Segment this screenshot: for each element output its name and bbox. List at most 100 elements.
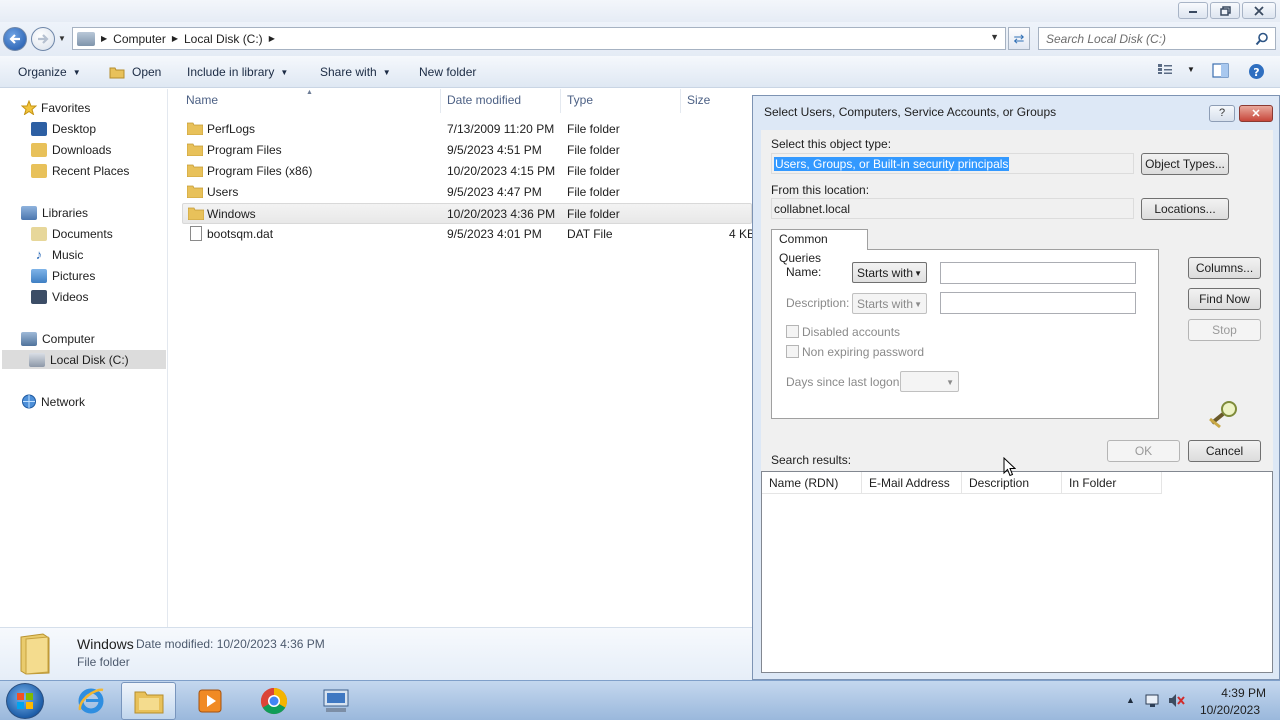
description-mode-select[interactable]: Starts with ▼ xyxy=(852,293,927,314)
breadcrumb-local-disk[interactable]: Local Disk (C:) xyxy=(184,32,263,46)
music-icon: ♪ xyxy=(31,247,47,262)
column-divider[interactable] xyxy=(560,89,561,113)
file-row-windows[interactable]: Windows 10/20/2023 4:36 PM File folder xyxy=(182,203,752,224)
details-date-modified: Date modified: 10/20/2023 4:36 PM xyxy=(136,637,325,651)
share-with-label: Share with xyxy=(320,65,377,79)
tab-common-queries[interactable]: Common Queries xyxy=(771,229,868,265)
start-button[interactable] xyxy=(6,683,44,719)
new-folder-button[interactable]: New folder xyxy=(419,65,476,79)
column-email-address[interactable]: E-Mail Address xyxy=(862,472,962,494)
clock-date[interactable]: 10/20/2023 xyxy=(1200,703,1260,717)
clock-time[interactable]: 4:39 PM xyxy=(1221,686,1266,700)
file-row-program-files-x86[interactable]: Program Files (x86) 10/20/2023 4:15 PM F… xyxy=(182,161,752,182)
locations-button[interactable]: Locations... xyxy=(1141,198,1229,220)
location-field[interactable]: collabnet.local xyxy=(771,198,1134,219)
nav-music[interactable]: ♪ Music xyxy=(31,245,83,264)
details-name: Windows xyxy=(77,636,134,652)
stop-button[interactable]: Stop xyxy=(1188,319,1261,341)
include-in-library-label: Include in library xyxy=(187,65,275,79)
nav-computer[interactable]: Computer xyxy=(21,329,95,348)
column-divider[interactable] xyxy=(680,89,681,113)
dialog-close-button[interactable]: ✕ xyxy=(1239,105,1273,122)
disabled-accounts-checkbox[interactable] xyxy=(786,325,799,338)
columns-button[interactable]: Columns... xyxy=(1188,257,1261,279)
column-divider[interactable] xyxy=(440,89,441,113)
nav-libraries[interactable]: Libraries xyxy=(21,203,88,222)
close-button[interactable] xyxy=(1242,2,1276,19)
preview-pane-button[interactable] xyxy=(1212,63,1229,78)
open-button[interactable]: Open xyxy=(109,65,161,79)
taskbar-server-app[interactable] xyxy=(308,682,363,720)
breadcrumb-computer[interactable]: Computer xyxy=(113,32,166,46)
find-now-button[interactable]: Find Now xyxy=(1188,288,1261,310)
name-input[interactable] xyxy=(940,262,1136,284)
nav-pictures[interactable]: Pictures xyxy=(31,266,95,285)
taskbar-chrome[interactable] xyxy=(246,682,301,720)
nav-documents[interactable]: Documents xyxy=(31,224,113,243)
chevron-down-icon: ▼ xyxy=(72,67,81,77)
change-view-button[interactable]: ▼ xyxy=(1157,63,1195,75)
nav-downloads[interactable]: Downloads xyxy=(31,140,111,159)
show-hidden-icons-icon[interactable]: ▲ xyxy=(1126,695,1135,705)
chevron-down-icon: ▼ xyxy=(914,269,922,278)
address-dropdown-icon[interactable]: ▼ xyxy=(990,32,999,42)
taskbar-internet-explorer[interactable] xyxy=(63,682,118,720)
description-input[interactable] xyxy=(940,292,1136,314)
chevron-down-icon[interactable]: ▼ xyxy=(1187,65,1195,74)
file-name: Windows xyxy=(207,207,256,221)
search-icon[interactable] xyxy=(1255,32,1269,46)
search-results-list[interactable]: Name (RDN) E-Mail Address Description In… xyxy=(761,471,1273,673)
breadcrumb-separator-icon[interactable]: ▶ xyxy=(172,34,178,43)
nav-favorites[interactable]: Favorites xyxy=(21,98,90,117)
minimize-button[interactable] xyxy=(1178,2,1208,19)
cancel-button[interactable]: Cancel xyxy=(1188,440,1261,462)
column-in-folder[interactable]: In Folder xyxy=(1062,472,1162,494)
taskbar-windows-explorer[interactable] xyxy=(121,682,176,720)
back-button[interactable] xyxy=(3,27,27,51)
name-mode-select[interactable]: Starts with ▼ xyxy=(852,262,927,283)
breadcrumb-separator-icon[interactable]: ▶ xyxy=(269,34,275,43)
days-since-logon-select[interactable]: ▼ xyxy=(900,371,959,392)
help-button[interactable]: ? xyxy=(1248,63,1265,80)
dialog-title: Select Users, Computers, Service Account… xyxy=(764,105,1057,119)
nav-pictures-label: Pictures xyxy=(52,268,96,283)
column-date-modified[interactable]: Date modified xyxy=(447,93,521,107)
object-type-field[interactable]: Users, Groups, or Built-in security prin… xyxy=(771,153,1134,174)
file-type: File folder xyxy=(567,122,620,136)
action-center-icon[interactable] xyxy=(1145,693,1161,708)
share-with-menu[interactable]: Share with ▼ xyxy=(320,65,391,79)
ok-button[interactable]: OK xyxy=(1107,440,1180,462)
column-name[interactable]: Name xyxy=(186,93,218,107)
nav-network[interactable]: Network xyxy=(21,392,85,411)
nav-local-disk[interactable]: Local Disk (C:) xyxy=(2,350,166,369)
object-types-button[interactable]: Object Types... xyxy=(1141,153,1229,175)
taskbar-media-player[interactable] xyxy=(182,682,237,720)
refresh-button[interactable]: ⇄ xyxy=(1008,27,1030,50)
nav-desktop[interactable]: Desktop xyxy=(31,119,96,138)
volume-muted-icon[interactable] xyxy=(1168,693,1185,708)
folder-icon xyxy=(188,207,204,220)
file-row-users[interactable]: Users 9/5/2023 4:47 PM File folder xyxy=(182,182,752,203)
search-box[interactable] xyxy=(1038,27,1276,50)
nav-videos[interactable]: Videos xyxy=(31,287,88,306)
select-users-dialog: Select Users, Computers, Service Account… xyxy=(752,95,1280,680)
restore-button[interactable] xyxy=(1210,2,1240,19)
column-size[interactable]: Size xyxy=(687,93,710,107)
address-bar[interactable]: ▶ Computer ▶ Local Disk (C:) ▶ ▼ xyxy=(72,27,1006,50)
file-type: DAT File xyxy=(567,227,613,241)
include-in-library-menu[interactable]: Include in library ▼ xyxy=(187,65,288,79)
column-name-rdn[interactable]: Name (RDN) xyxy=(762,472,862,494)
search-input[interactable] xyxy=(1039,28,1249,49)
nav-recent-places[interactable]: Recent Places xyxy=(31,161,129,180)
non-expiring-password-checkbox[interactable] xyxy=(786,345,799,358)
breadcrumb-separator-icon[interactable]: ▶ xyxy=(101,34,107,43)
dialog-help-button[interactable]: ? xyxy=(1209,105,1235,122)
file-row-bootsqm[interactable]: bootsqm.dat 9/5/2023 4:01 PM DAT File 4 … xyxy=(182,224,755,245)
navigation-pane: Favorites Desktop Downloads Recent Place… xyxy=(0,89,168,627)
column-type[interactable]: Type xyxy=(567,93,593,107)
forward-button[interactable] xyxy=(31,27,55,51)
recent-pages-dropdown[interactable]: ▼ xyxy=(58,34,66,43)
file-row-perflogs[interactable]: PerfLogs 7/13/2009 11:20 PM File folder xyxy=(182,119,752,140)
file-row-program-files[interactable]: Program Files 9/5/2023 4:51 PM File fold… xyxy=(182,140,752,161)
organize-menu[interactable]: Organize ▼ xyxy=(18,65,81,79)
